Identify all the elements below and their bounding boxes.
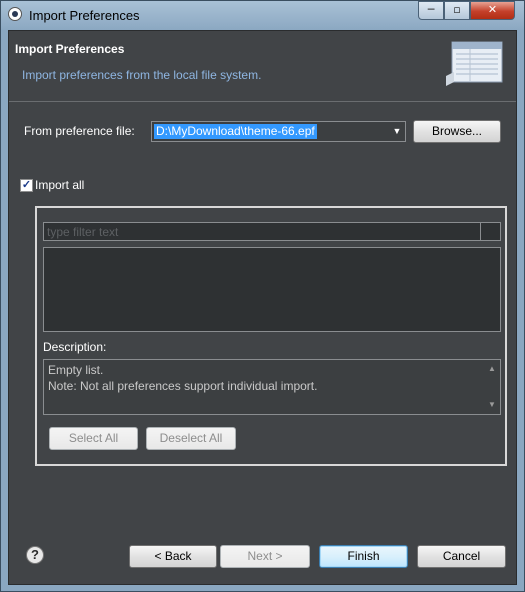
maximize-button[interactable]: ▫ (444, 1, 470, 20)
description-line: Note: Not all preferences support indivi… (48, 379, 318, 393)
from-file-label: From preference file: (24, 124, 135, 138)
window-title: Import Preferences (29, 8, 140, 23)
preferences-tree[interactable] (43, 247, 501, 332)
dialog-client-area: Import Preferences Import preferences fr… (8, 30, 517, 585)
clear-filter-button[interactable] (480, 223, 500, 240)
page-description: Import preferences from the local file s… (22, 68, 262, 82)
eclipse-app-icon (8, 7, 22, 21)
description-line: Empty list. (48, 363, 104, 377)
title-bar[interactable]: Import Preferences ─ ▫ ✕ (1, 1, 524, 29)
chevron-down-icon[interactable]: ▼ (389, 122, 405, 141)
preferences-group: type filter text Description: Empty list… (35, 206, 507, 466)
import-all-label[interactable]: Import all (35, 178, 84, 192)
minimize-button[interactable]: ─ (418, 1, 444, 20)
preference-file-value[interactable]: D:\MyDownload\theme-66.epf (154, 124, 317, 139)
wizard-header: Import Preferences Import preferences fr… (9, 31, 516, 101)
description-label: Description: (43, 340, 107, 354)
finish-button[interactable]: Finish (319, 545, 408, 568)
import-wizard-banner-icon (446, 41, 503, 86)
description-box[interactable]: Empty list. Note: Not all preferences su… (43, 359, 501, 415)
scroll-up-icon[interactable]: ▲ (488, 364, 496, 373)
page-title: Import Preferences (15, 42, 125, 56)
description-scrollbar[interactable]: ▲ ▼ (485, 360, 500, 414)
deselect-all-button[interactable]: Deselect All (146, 427, 236, 450)
cancel-button[interactable]: Cancel (417, 545, 506, 568)
filter-placeholder: type filter text (47, 225, 119, 239)
preference-file-combo[interactable]: D:\MyDownload\theme-66.epf ▼ (151, 121, 406, 142)
scroll-down-icon[interactable]: ▼ (488, 400, 496, 409)
import-preferences-window: Import Preferences ─ ▫ ✕ Import Preferen… (0, 0, 525, 592)
header-separator (9, 101, 516, 102)
select-all-button[interactable]: Select All (49, 427, 138, 450)
browse-button[interactable]: Browse... (413, 120, 501, 143)
import-all-checkbox[interactable]: ✓ (20, 179, 33, 192)
next-button[interactable]: Next > (220, 545, 310, 568)
close-button[interactable]: ✕ (470, 1, 515, 20)
filter-input[interactable]: type filter text (43, 222, 501, 241)
help-icon[interactable]: ? (26, 546, 44, 564)
back-button[interactable]: < Back (129, 545, 217, 568)
